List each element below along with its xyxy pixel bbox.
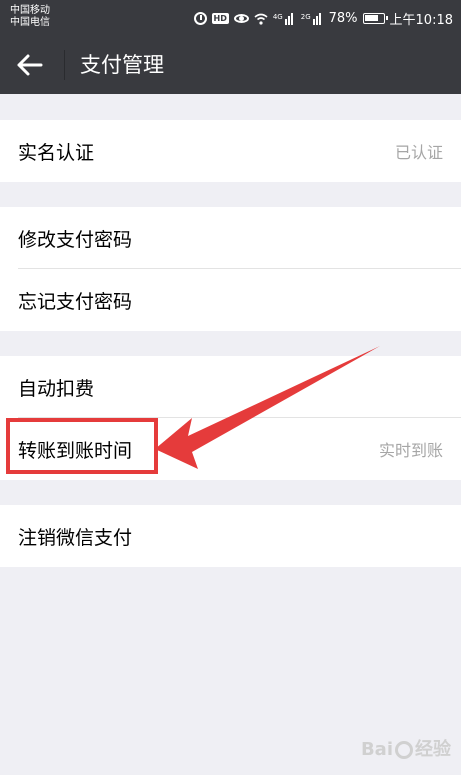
watermark-brand: Bai [360,739,393,760]
watermark: Bai 经验 [361,735,451,761]
paw-icon [395,741,413,759]
annotation-arrow [155,346,380,469]
watermark-brand-suffix: 经验 [415,739,451,760]
